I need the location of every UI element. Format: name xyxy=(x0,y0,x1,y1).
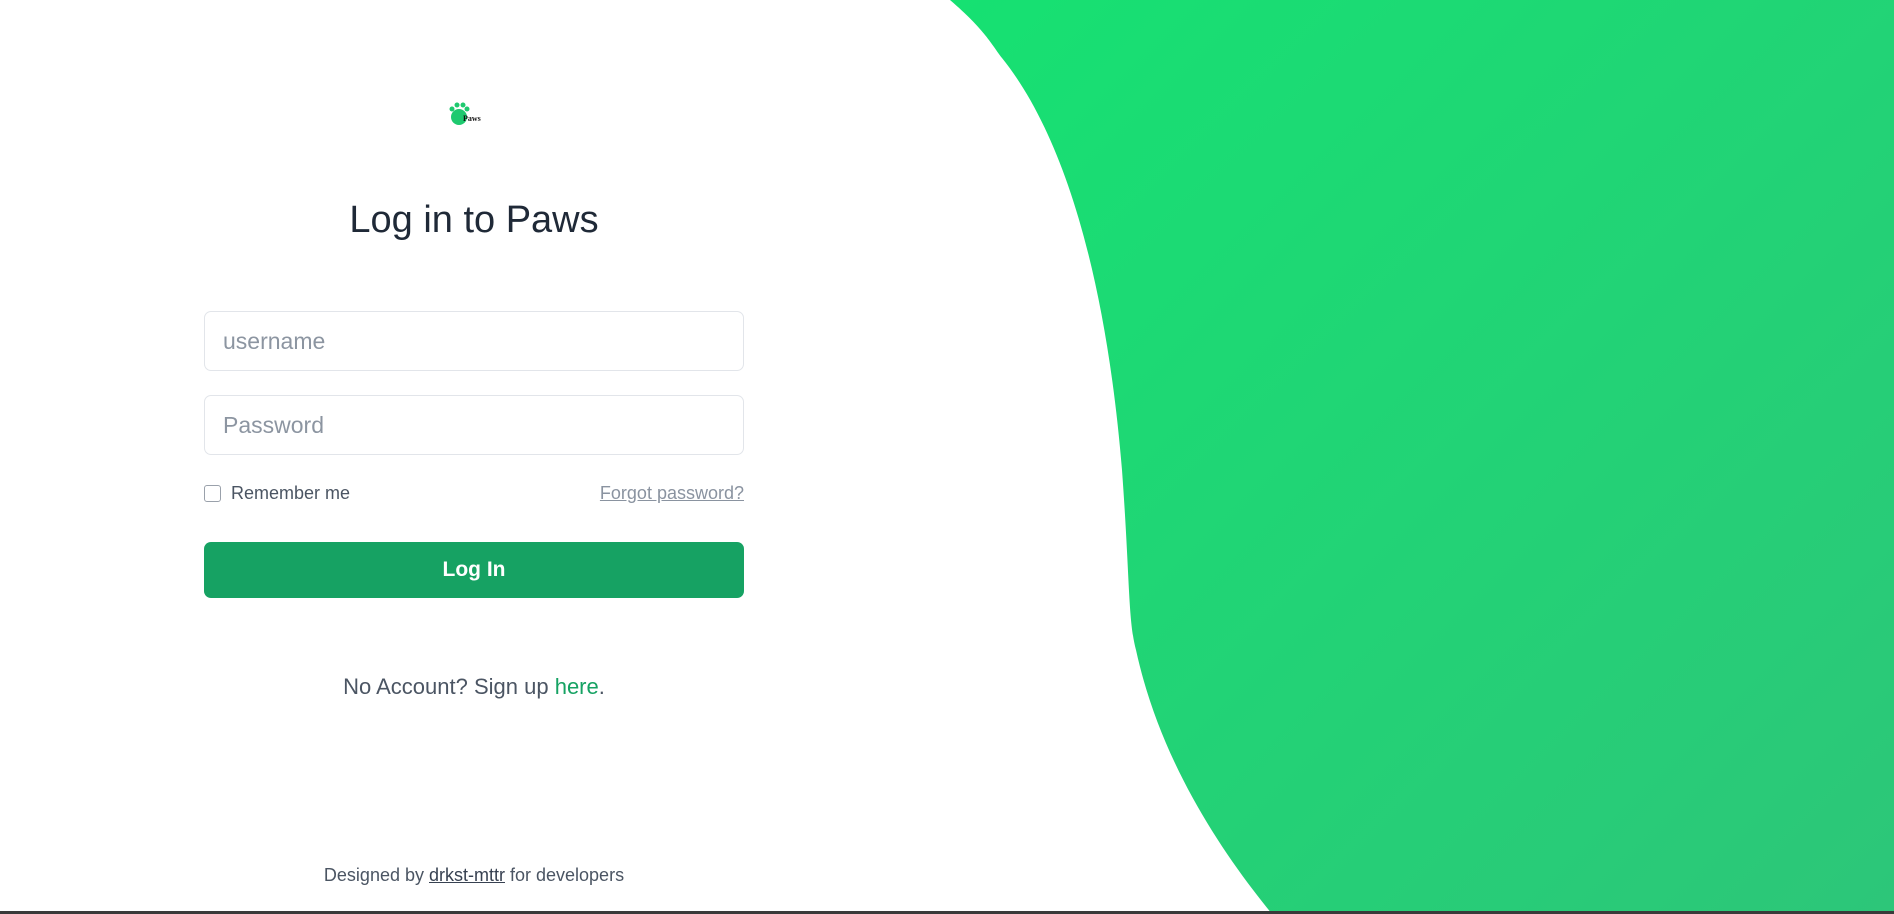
footer-suffix: for developers xyxy=(505,865,625,885)
forgot-password-link[interactable]: Forgot password? xyxy=(600,481,744,505)
login-button[interactable]: Log In xyxy=(204,542,744,598)
signup-prompt-suffix: . xyxy=(598,674,605,699)
login-page: Paws Log in to Paws Remember me Forgot p… xyxy=(0,0,1894,914)
signup-link[interactable]: here xyxy=(555,674,599,699)
signup-prompt: No Account? Sign up here. xyxy=(204,672,744,702)
svg-text:Paws: Paws xyxy=(463,114,481,123)
paws-logo: Paws xyxy=(449,102,481,125)
password-input[interactable] xyxy=(204,395,744,455)
author-link[interactable]: drkst-mttr xyxy=(429,865,505,885)
page-title: Log in to Paws xyxy=(349,199,599,241)
username-input[interactable] xyxy=(204,311,744,371)
footer-credit: Designed by drkst-mttr for developers xyxy=(204,863,744,887)
signup-prompt-text: No Account? Sign up xyxy=(343,674,555,699)
remember-me-checkbox[interactable] xyxy=(204,484,221,502)
login-form-panel: Paws Log in to Paws Remember me Forgot p… xyxy=(0,0,948,914)
remember-me-label: Remember me xyxy=(231,482,351,503)
remember-me[interactable]: Remember me xyxy=(204,481,350,505)
footer-prefix: Designed by xyxy=(323,865,429,885)
